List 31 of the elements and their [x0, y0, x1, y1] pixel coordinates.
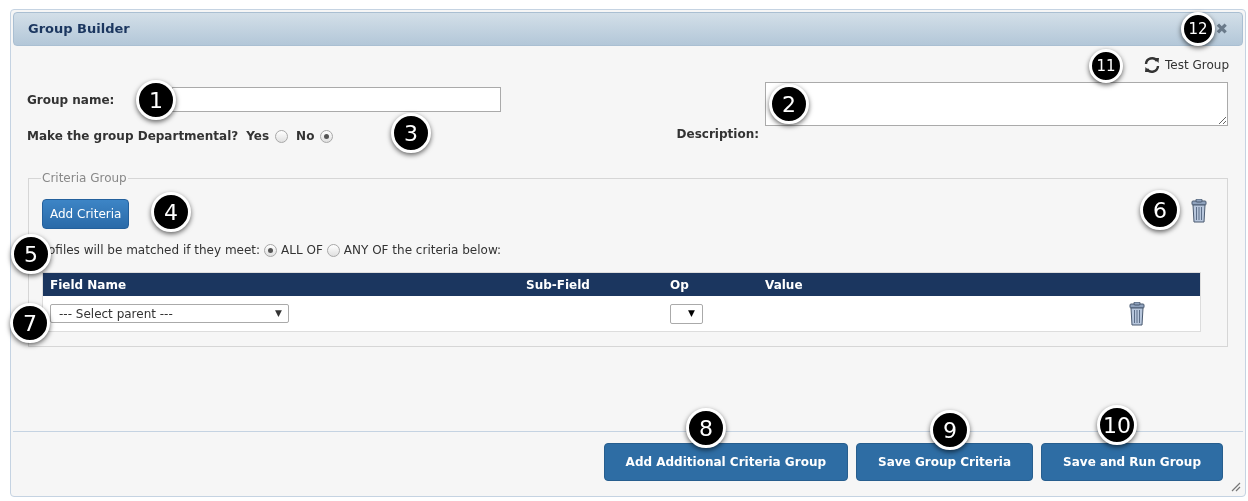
option-label: ANY OF the criteria below: — [343, 242, 502, 259]
radio-button[interactable] — [264, 243, 278, 257]
column-header: Value — [765, 276, 804, 294]
field-label: Description: — [675, 126, 759, 143]
field-label: Group name: — [27, 91, 115, 109]
action-button[interactable]: Add Additional Criteria Group — [603, 443, 848, 481]
test-group-link[interactable]: Test Group — [1143, 56, 1229, 74]
option-label: ALL OF — [281, 242, 323, 259]
column-header: Sub-Field — [526, 276, 591, 294]
action-button[interactable]: Save Group Criteria — [856, 443, 1034, 481]
description-field[interactable] — [765, 82, 1228, 126]
radio-button[interactable] — [326, 243, 340, 257]
field-label: Make the group Departmental? — [27, 128, 239, 145]
op-select[interactable]: ▼ — [670, 303, 703, 324]
close-button[interactable]: ✖ — [1215, 21, 1228, 37]
parent-select[interactable]: --- Select parent --- ▼ — [50, 304, 289, 323]
resize-grip-icon — [1229, 480, 1241, 492]
group-legend: Criteria Group — [41, 169, 128, 187]
radio-button[interactable] — [320, 129, 334, 143]
refresh-icon — [1143, 56, 1161, 74]
option-label: Yes — [246, 128, 270, 145]
column-header: Field Name — [50, 276, 128, 294]
window-title: Group Builder — [28, 20, 130, 39]
radio-button[interactable] — [275, 129, 289, 143]
trash-icon[interactable] — [1129, 301, 1145, 326]
trash-icon[interactable] — [1191, 199, 1207, 223]
action-button[interactable]: Save and Run Group — [1041, 443, 1223, 481]
group-name-field[interactable] — [172, 87, 502, 112]
add-criteria-button[interactable]: Add Criteria — [42, 199, 130, 229]
column-header: Op — [670, 276, 690, 294]
option-label: No — [296, 128, 315, 145]
